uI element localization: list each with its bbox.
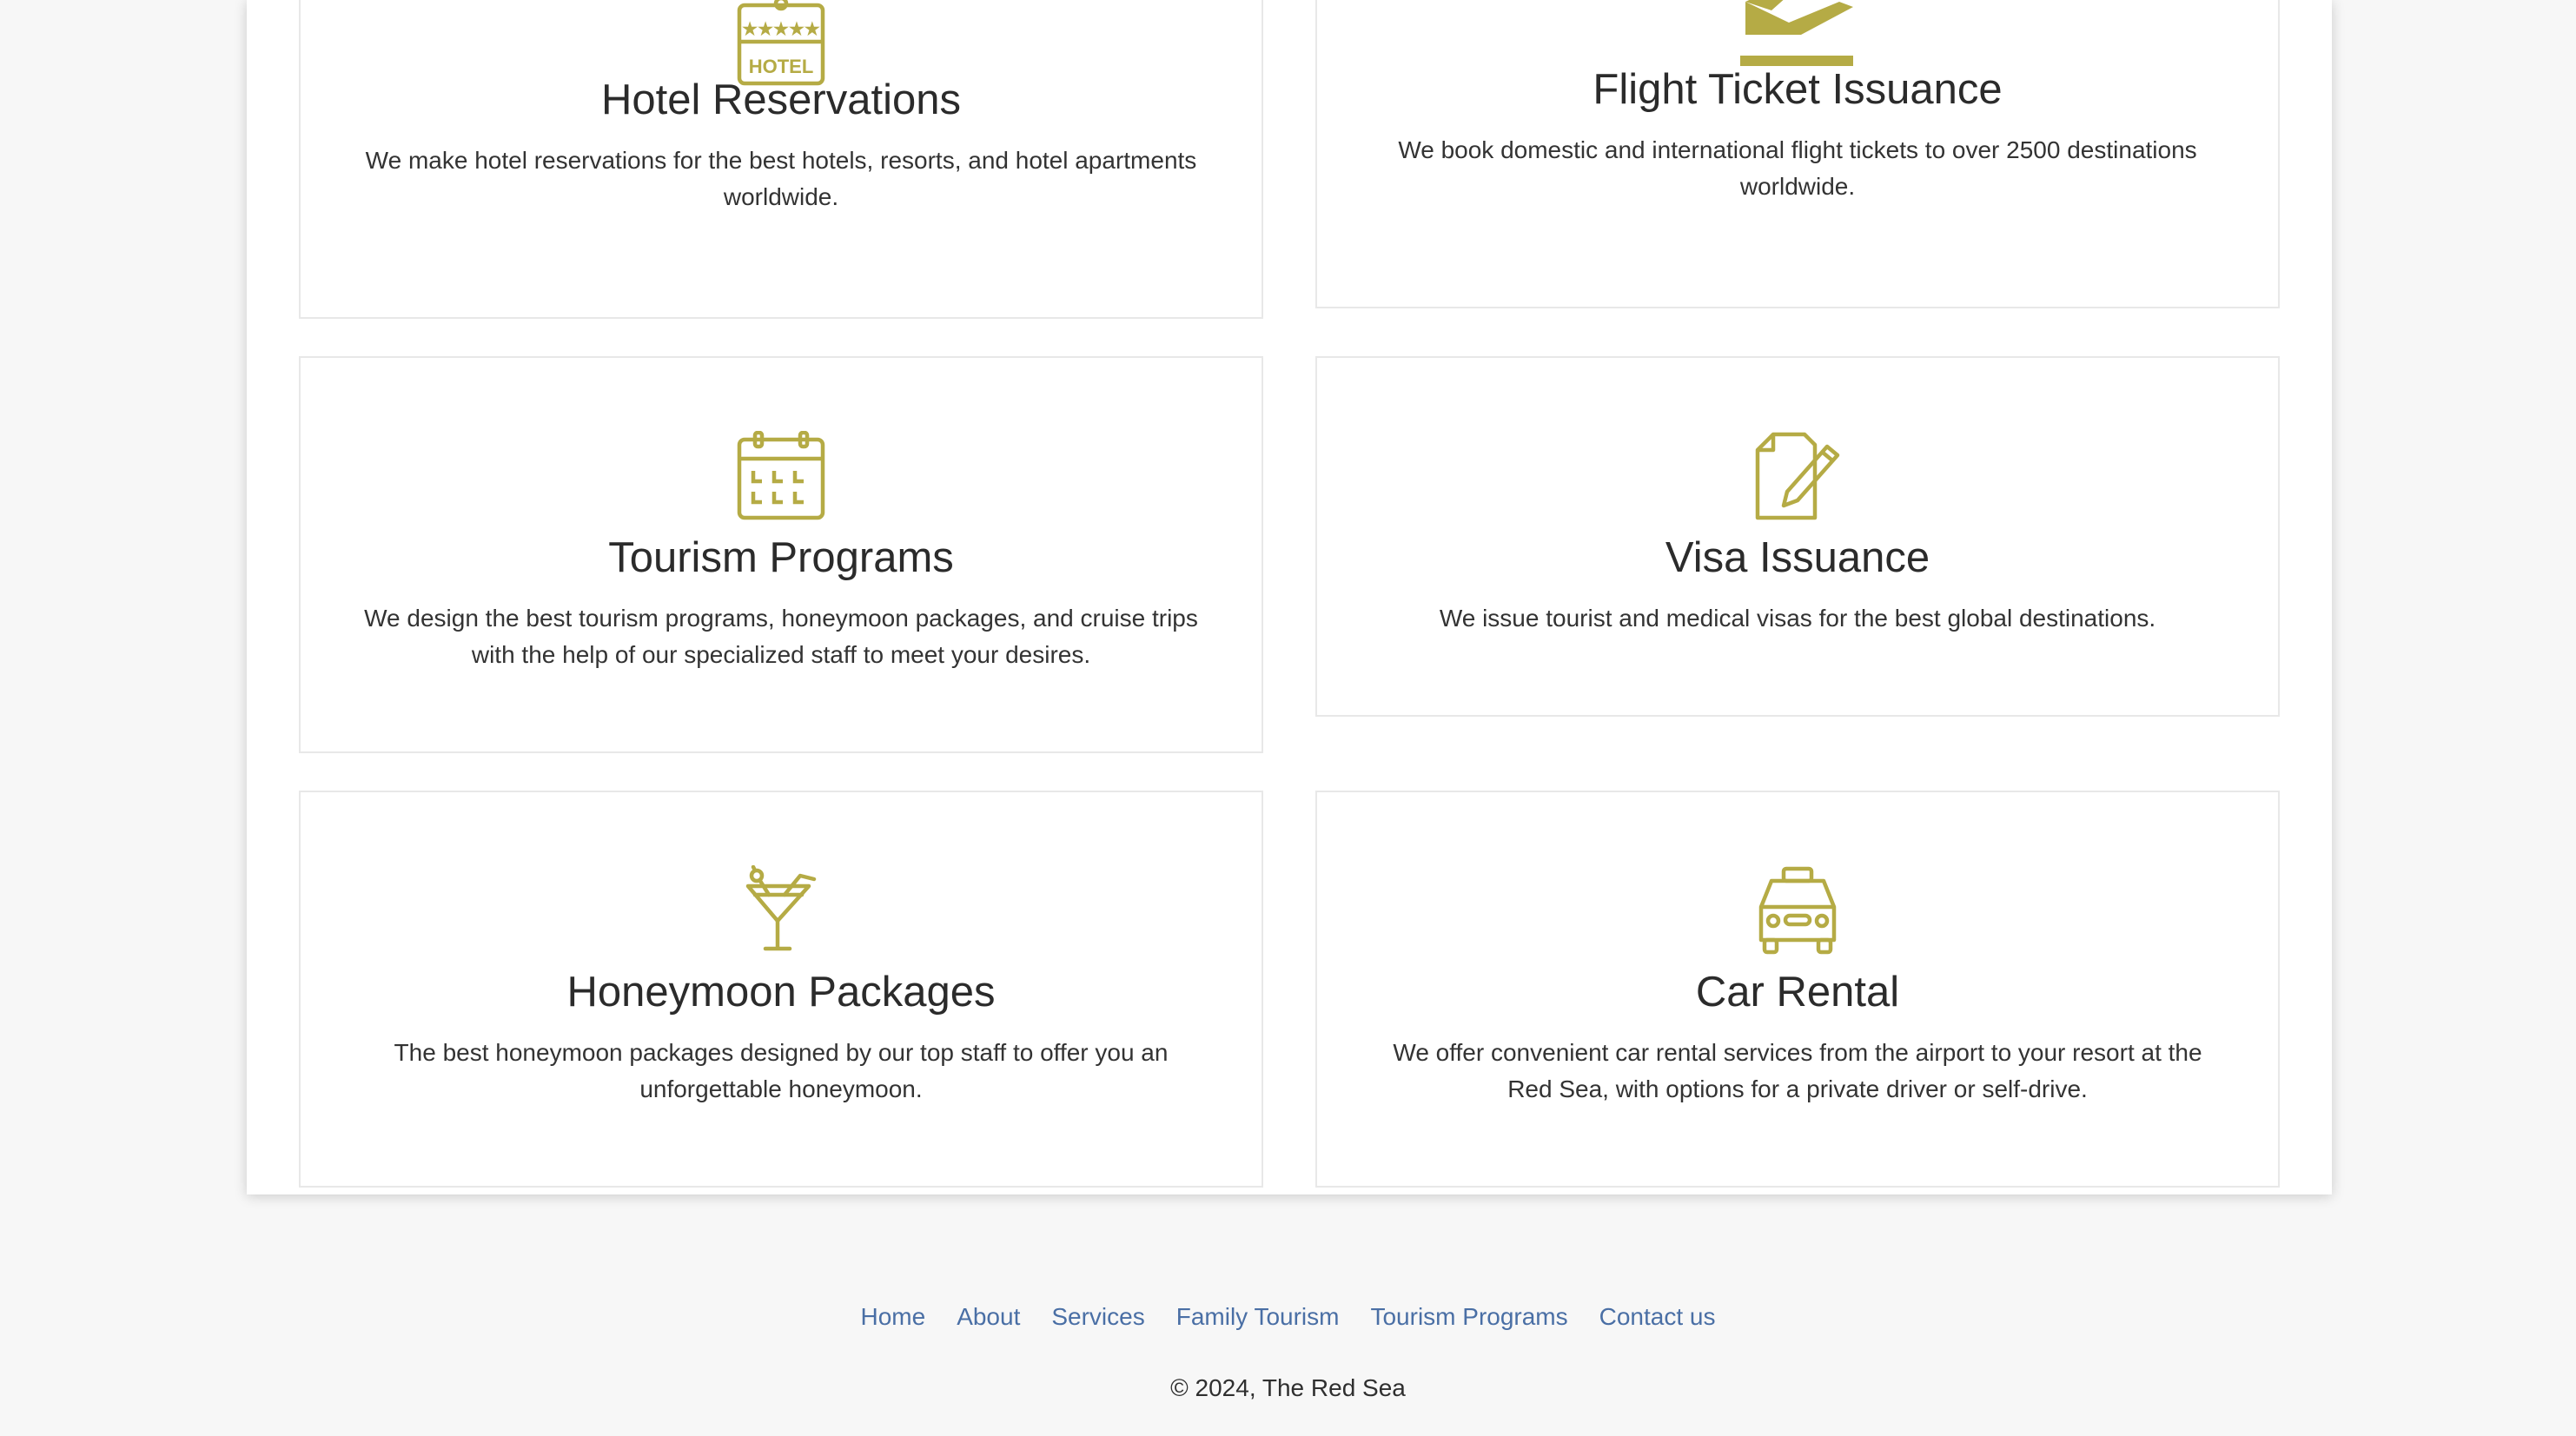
service-card-honeymoon-packages: Honeymoon Packages The best honeymoon pa…: [299, 791, 1263, 1188]
service-title: Car Rental: [1695, 969, 1900, 1016]
service-card-hotel-reservations: ★★★★★ HOTEL Hotel Reservations We make h…: [299, 0, 1263, 319]
service-card-flight-ticket-issuance: Flight Ticket Issuance We book domestic …: [1315, 0, 2280, 308]
footer-link-services[interactable]: Services: [1051, 1303, 1144, 1330]
service-title: Flight Ticket Issuance: [1593, 66, 2003, 113]
service-description: We issue tourist and medical visas for t…: [1439, 605, 2156, 632]
footer-link-family-tourism[interactable]: Family Tourism: [1176, 1303, 1340, 1330]
service-description: The best honeymoon packages designed by …: [394, 1039, 1169, 1102]
document-edit-icon: [1752, 431, 1843, 521]
cocktail-icon: [736, 865, 826, 956]
footer-nav: Home About Services Family Tourism Tourism P…: [0, 1300, 2576, 1334]
calendar-icon: [736, 431, 826, 521]
footer-link-contact-us[interactable]: Contact us: [1599, 1303, 1716, 1330]
service-title: Tourism Programs: [608, 534, 954, 581]
service-card-tourism-programs: Tourism Programs We design the best tour…: [299, 356, 1263, 753]
service-title: Visa Issuance: [1665, 534, 1930, 581]
service-card-visa-issuance: Visa Issuance We issue tourist and medic…: [1315, 356, 2280, 717]
svg-text:★★★★★: ★★★★★: [742, 20, 820, 39]
airplane-departure-icon: [1737, 0, 1858, 69]
service-description: We book domestic and international fligh…: [1398, 136, 2197, 200]
service-description: We offer convenient car rental services …: [1393, 1039, 2202, 1102]
service-title: Hotel Reservations: [601, 76, 961, 123]
service-description: We make hotel reservations for the best …: [365, 147, 1197, 210]
service-card-car-rental: Car Rental We offer convenient car renta…: [1315, 791, 2280, 1188]
footer-link-home[interactable]: Home: [860, 1303, 925, 1330]
taxi-icon: [1752, 865, 1843, 956]
footer-link-about[interactable]: About: [957, 1303, 1020, 1330]
footer-link-tourism-programs[interactable]: Tourism Programs: [1370, 1303, 1567, 1330]
service-title: Honeymoon Packages: [566, 969, 996, 1016]
services-panel: ★★★★★ HOTEL Hotel Reservations We make h…: [247, 0, 2332, 1194]
copyright-text: © 2024, The Red Sea: [1170, 1374, 1406, 1401]
service-description: We design the best tourism programs, hon…: [364, 605, 1198, 668]
